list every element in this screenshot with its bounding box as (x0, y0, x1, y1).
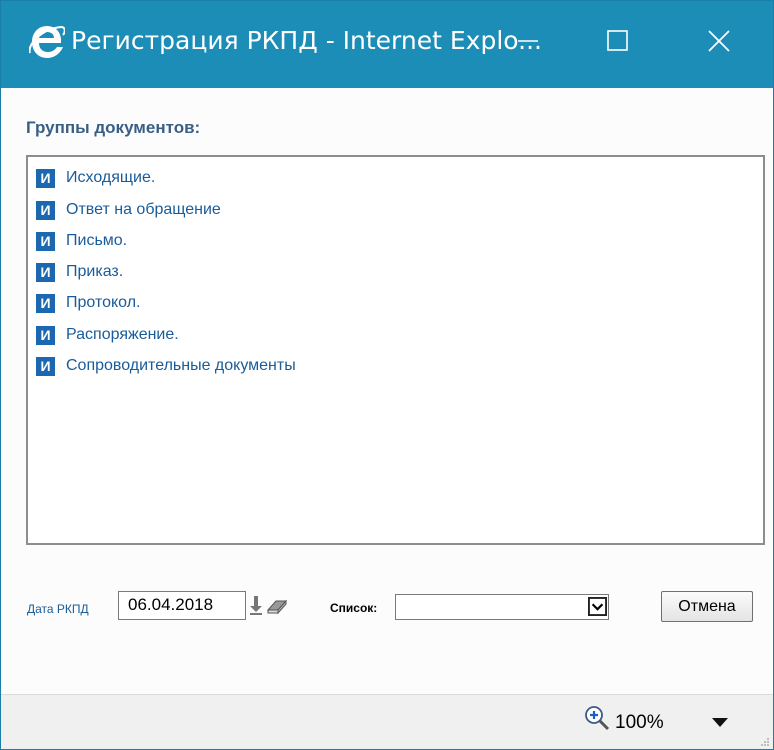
document-type-icon: И (36, 356, 55, 376)
status-bar: 100% (1, 694, 773, 749)
maximize-icon[interactable] (591, 19, 643, 63)
document-type-icon: И (36, 325, 55, 345)
list-item-label: Ответ на обращение (66, 201, 221, 218)
date-field[interactable]: 06.04.2018 (118, 591, 246, 620)
title-bar[interactable]: Регистрация РКПД - Internet Explo... (1, 1, 773, 88)
list-item-label: Письмо. (66, 232, 128, 249)
document-type-icon: И (36, 262, 55, 282)
minimize-icon[interactable] (501, 19, 553, 63)
date-label: Дата РКПД (27, 602, 89, 616)
close-icon[interactable] (693, 19, 745, 63)
dialog-content: Группы документов: И Исходящие. И Ответ … (1, 88, 773, 694)
list-item-label: Приказ. (66, 263, 124, 280)
list-item-label: Распоряжение. (66, 326, 179, 343)
cancel-button[interactable]: Отмена (661, 591, 753, 622)
list-item-directive[interactable]: И Распоряжение. (36, 322, 179, 348)
zoom-in-icon[interactable] (584, 705, 610, 731)
list-select[interactable] (395, 594, 609, 620)
document-type-icon: И (36, 231, 55, 251)
list-item-protocol[interactable]: И Протокол. (36, 290, 141, 316)
internet-explorer-icon (29, 25, 65, 58)
window-title: Регистрация РКПД - Internet Explo... (71, 26, 542, 55)
down-arrow-icon[interactable] (249, 594, 263, 616)
list-item-appeal-response[interactable]: И Ответ на обращение (36, 197, 221, 223)
chevron-down-icon[interactable] (711, 717, 729, 729)
chevron-down-icon[interactable] (588, 597, 607, 616)
list-item-label: Сопроводительные документы (66, 357, 296, 374)
list-item-cover-documents[interactable]: И Сопроводительные документы (36, 353, 296, 379)
resize-grip-icon[interactable] (760, 737, 770, 747)
document-type-icon: И (36, 168, 55, 188)
zoom-level[interactable]: 100% (615, 712, 664, 734)
list-item-order[interactable]: И Приказ. (36, 259, 123, 285)
document-type-icon: И (36, 293, 55, 313)
list-item-label: Протокол. (66, 294, 141, 311)
groups-heading: Группы документов: (26, 118, 201, 137)
dialog-window: Регистрация РКПД - Internet Explo... Гру… (0, 0, 774, 750)
list-item-label: Исходящие. (66, 169, 156, 186)
document-groups-list[interactable]: И Исходящие. И Ответ на обращение И Пись… (26, 155, 765, 545)
eraser-icon[interactable] (266, 597, 288, 615)
list-item-letter[interactable]: И Письмо. (36, 228, 127, 254)
list-select-label: Список: (330, 601, 378, 615)
document-type-icon: И (36, 200, 55, 220)
list-item-outgoing[interactable]: И Исходящие. (36, 165, 155, 191)
